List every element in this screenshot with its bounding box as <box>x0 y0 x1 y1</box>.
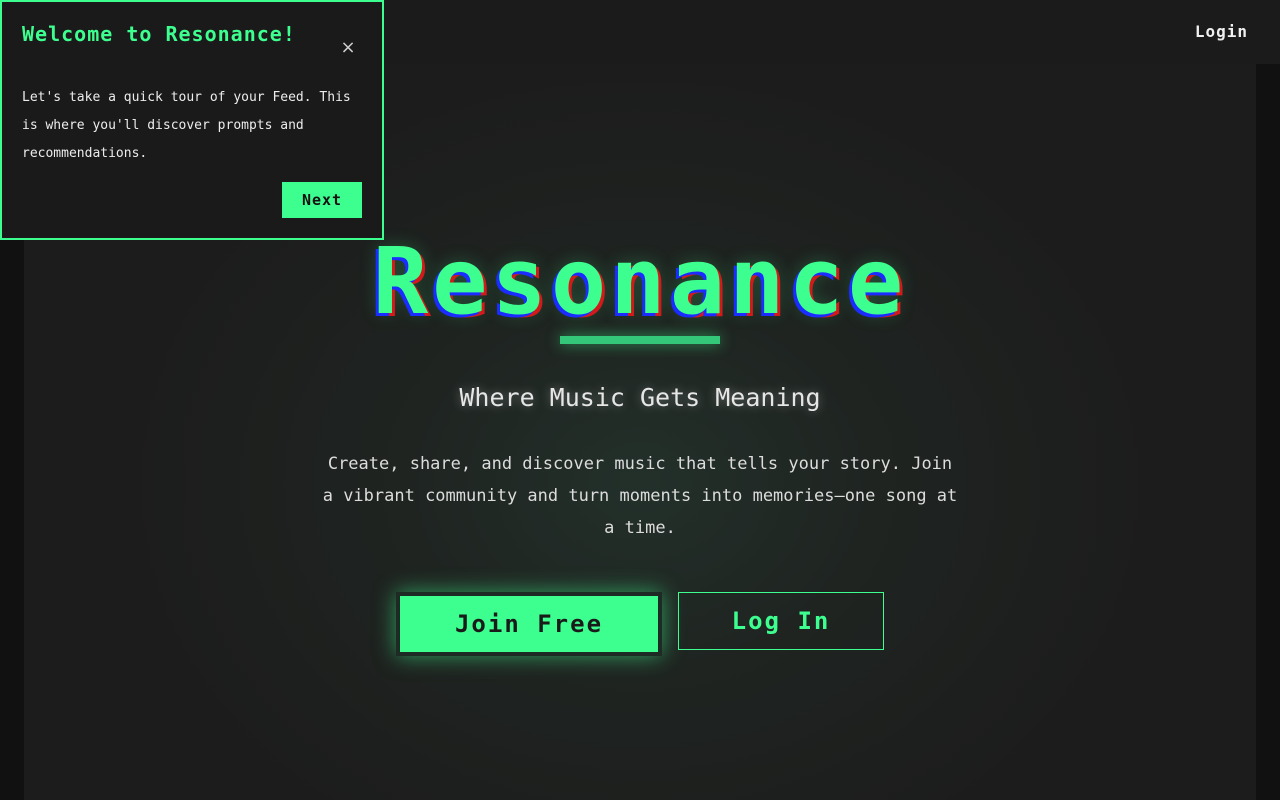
tour-title: Welcome to Resonance! <box>22 22 296 46</box>
header-login-link[interactable]: Login <box>1195 20 1248 44</box>
tour-body-text: Let's take a quick tour of your Feed. Th… <box>22 90 351 161</box>
hero-title: Resonance <box>372 228 908 335</box>
tour-next-button[interactable]: Next <box>282 182 362 218</box>
join-free-button[interactable]: Join Free <box>396 592 662 656</box>
log-in-button[interactable]: Log In <box>678 592 884 650</box>
hero-divider <box>560 336 720 344</box>
right-gutter <box>1256 64 1280 800</box>
hero-description: Create, share, and discover music that t… <box>322 454 958 538</box>
close-icon[interactable]: × <box>336 36 360 60</box>
welcome-tour-popup: Welcome to Resonance! × Let's take a qui… <box>0 0 384 240</box>
hero-tagline: Where Music Gets Meaning <box>459 383 821 412</box>
